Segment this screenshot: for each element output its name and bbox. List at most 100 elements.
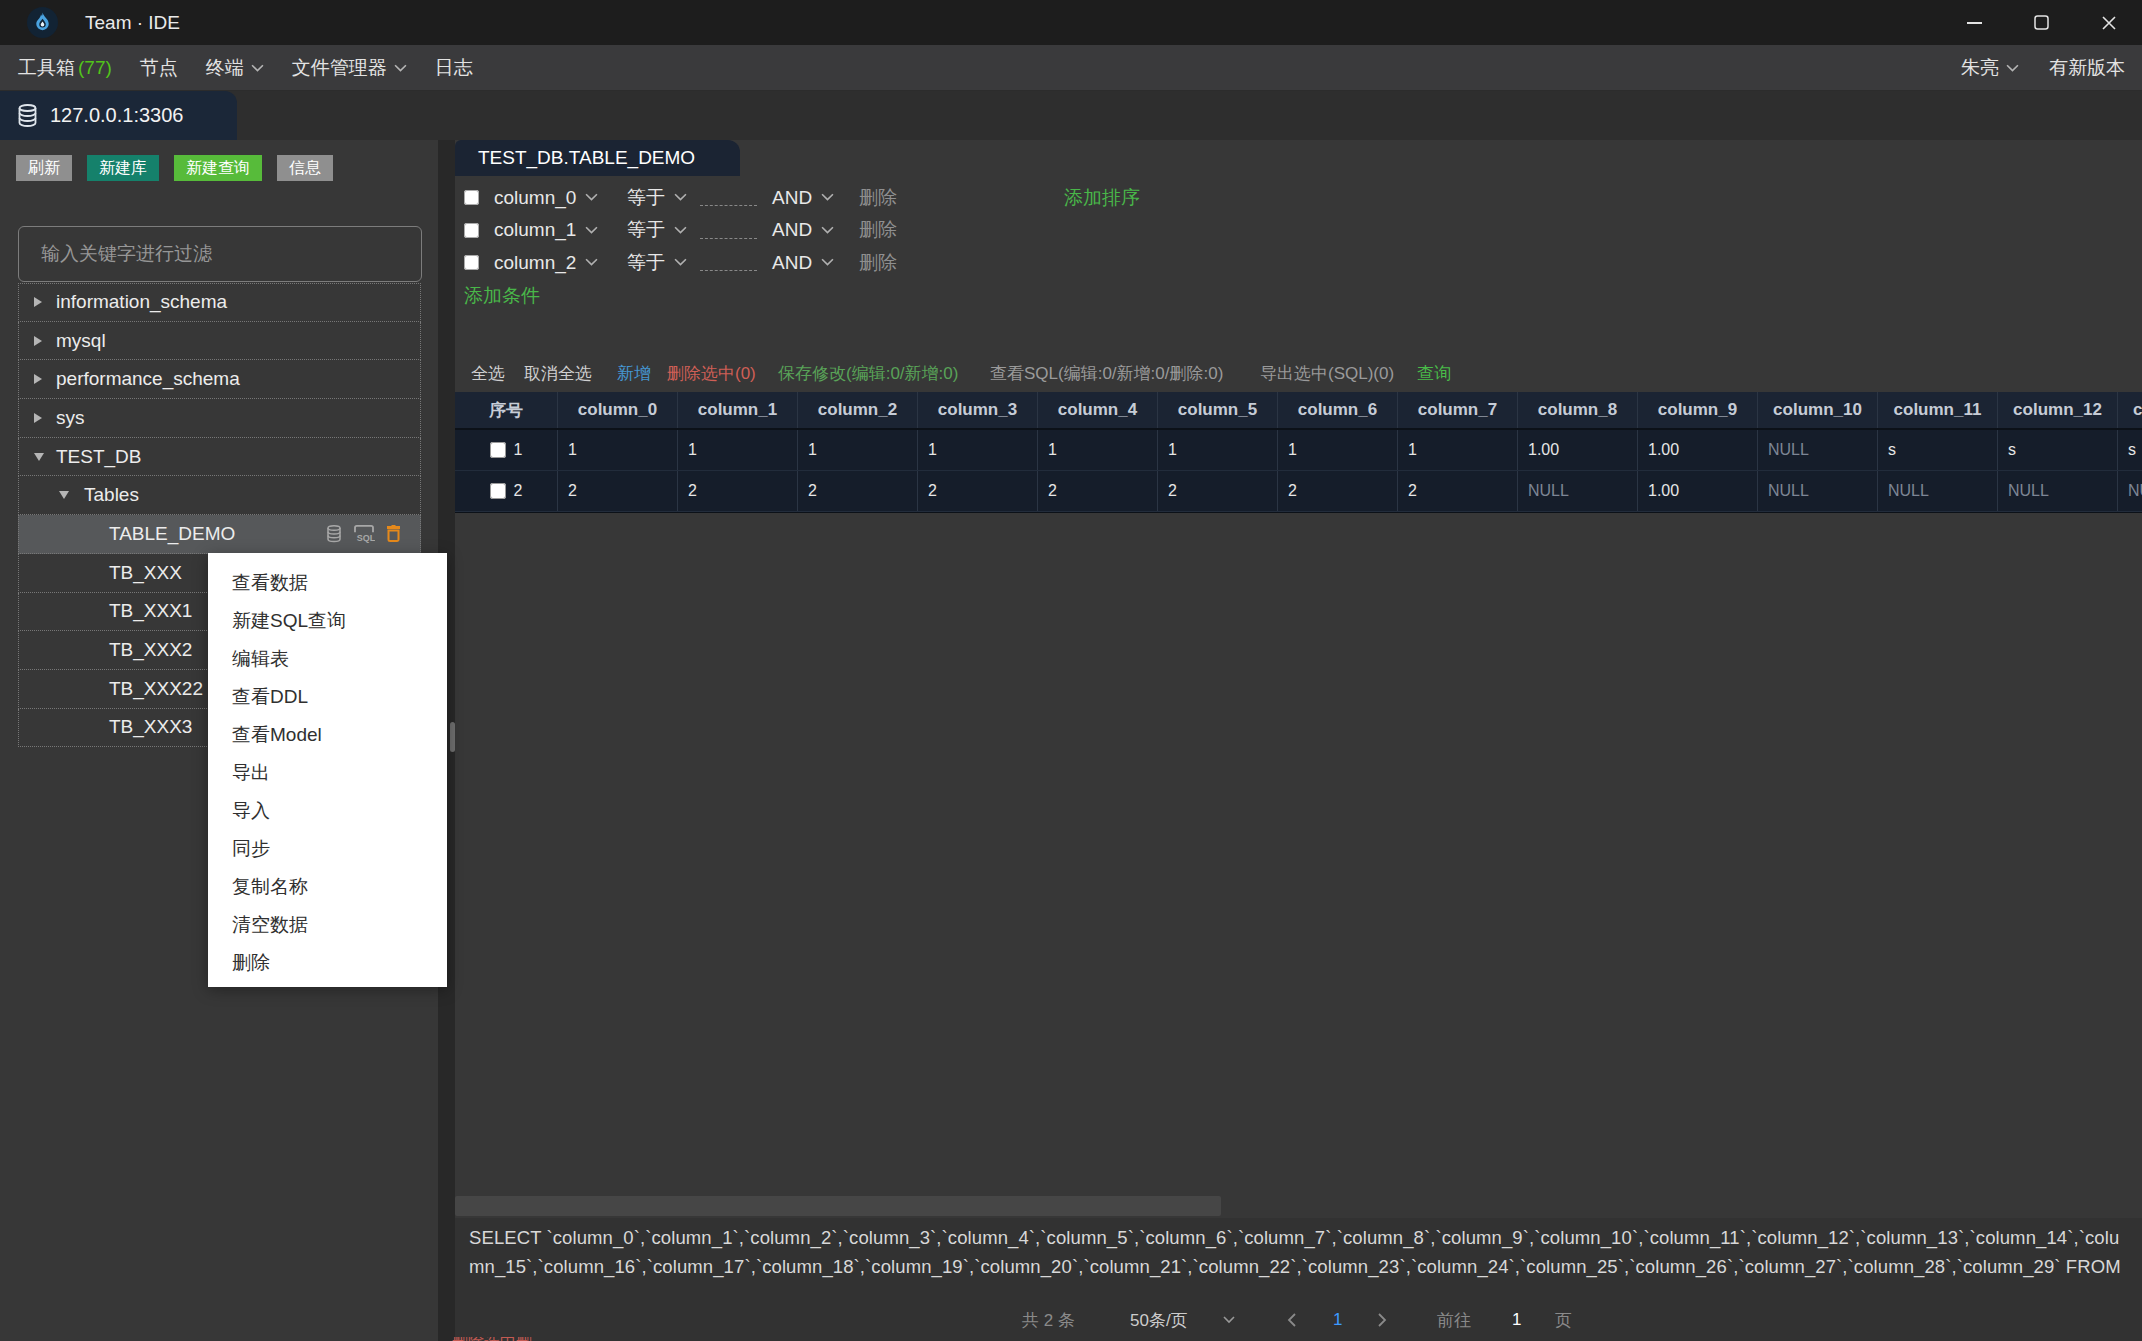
sidebar-button-0[interactable]: 刷新 xyxy=(16,155,72,181)
table-cell[interactable]: NULL xyxy=(1998,471,2118,511)
context-menu-item-3[interactable]: 查看DDL xyxy=(208,678,447,716)
prev-page-button[interactable] xyxy=(1287,1307,1297,1333)
column-header-column_10[interactable]: column_10 xyxy=(1758,392,1878,428)
table-cell[interactable]: s xyxy=(1878,430,1998,470)
table-cell[interactable]: 2 xyxy=(1278,471,1398,511)
sidebar-button-1[interactable]: 新建库 xyxy=(87,155,159,181)
filter-operator-select[interactable]: 等于 xyxy=(627,214,687,247)
toolbar-6[interactable]: 导出选中(SQL)(0) xyxy=(1260,360,1394,386)
close-button[interactable] xyxy=(2075,0,2142,45)
column-header-column_3[interactable]: column_3 xyxy=(918,392,1038,428)
column-header-column_7[interactable]: column_7 xyxy=(1398,392,1518,428)
filter-column-select[interactable]: column_2 xyxy=(494,246,598,279)
table-cell[interactable]: 1 xyxy=(678,430,798,470)
table-cell[interactable]: 2 xyxy=(678,471,798,511)
collapse-arrow-icon[interactable] xyxy=(34,453,44,461)
menu-item-1[interactable]: 节点 xyxy=(140,55,178,81)
column-header-column_0[interactable]: column_0 xyxy=(558,392,678,428)
context-menu-item-4[interactable]: 查看Model xyxy=(208,716,447,754)
filter-delete-link[interactable]: 删除 xyxy=(859,214,897,247)
column-header-column_1[interactable]: column_1 xyxy=(678,392,798,428)
table-cell[interactable]: NULL xyxy=(2118,471,2142,511)
toolbar-5[interactable]: 查看SQL(编辑:0/新增:0/删除:0) xyxy=(990,360,1223,386)
filter-checkbox[interactable] xyxy=(464,223,479,238)
tree-item-mysql[interactable]: mysql xyxy=(18,322,421,361)
table-cell[interactable]: 2 xyxy=(1038,471,1158,511)
column-header-column_9[interactable]: column_9 xyxy=(1638,392,1758,428)
column-header-column_8[interactable]: column_8 xyxy=(1518,392,1638,428)
tree-item-sys[interactable]: sys xyxy=(18,399,421,438)
table-cell[interactable]: 2 xyxy=(1158,471,1278,511)
column-header-column_13[interactable]: column_13 xyxy=(2118,392,2142,428)
sidebar-scrollbar-thumb[interactable] xyxy=(450,722,455,752)
menu-item-3[interactable]: 文件管理器 xyxy=(292,55,407,81)
table-cell[interactable]: NULL xyxy=(1518,471,1638,511)
filter-value-input[interactable] xyxy=(700,238,757,239)
menu-right-item-1[interactable]: 有新版本 xyxy=(2049,55,2125,81)
column-header-column_5[interactable]: column_5 xyxy=(1158,392,1278,428)
current-page[interactable]: 1 xyxy=(1333,1307,1342,1333)
filter-operator-select[interactable]: 等于 xyxy=(627,246,687,279)
table-cell[interactable]: 2 xyxy=(798,471,918,511)
table-cell[interactable]: NULL xyxy=(1758,430,1878,470)
table-cell[interactable]: 1 xyxy=(1158,430,1278,470)
menu-item-0[interactable]: 工具箱(77) xyxy=(18,55,112,81)
toolbar-4[interactable]: 保存修改(编辑:0/新增:0) xyxy=(778,360,958,386)
toolbar-1[interactable]: 取消全选 xyxy=(524,360,592,386)
tree-item-performance_schema[interactable]: performance_schema xyxy=(18,360,421,399)
expand-arrow-icon[interactable] xyxy=(34,413,42,423)
menu-item-4[interactable]: 日志 xyxy=(435,55,473,81)
filter-column-select[interactable]: column_0 xyxy=(494,181,598,214)
goto-page-input[interactable]: 1 xyxy=(1512,1307,1521,1333)
table-cell[interactable]: 1 xyxy=(1038,430,1158,470)
sidebar-button-3[interactable]: 信息 xyxy=(277,155,333,181)
sidebar-button-2[interactable]: 新建查询 xyxy=(174,155,262,181)
column-header-column_11[interactable]: column_11 xyxy=(1878,392,1998,428)
column-header-column_12[interactable]: column_12 xyxy=(1998,392,2118,428)
filter-join-select[interactable]: AND xyxy=(772,214,834,247)
table-cell[interactable]: s xyxy=(1998,430,2118,470)
trash-icon[interactable] xyxy=(386,525,401,542)
column-header-序号[interactable]: 序号 xyxy=(455,392,558,428)
table-cell[interactable]: 1.00 xyxy=(1638,430,1758,470)
filter-checkbox[interactable] xyxy=(464,190,479,205)
tree-item-TEST_DB[interactable]: TEST_DB xyxy=(18,438,421,477)
context-menu-item-0[interactable]: 查看数据 xyxy=(208,564,447,602)
expand-arrow-icon[interactable] xyxy=(34,297,42,307)
table-cell[interactable]: 2 xyxy=(1398,471,1518,511)
next-page-button[interactable] xyxy=(1377,1307,1387,1333)
filter-checkbox[interactable] xyxy=(464,255,479,270)
filter-operator-select[interactable]: 等于 xyxy=(627,181,687,214)
tree-item-information_schema[interactable]: information_schema xyxy=(18,283,421,322)
toolbar-0[interactable]: 全选 xyxy=(471,360,505,386)
table-tab[interactable]: TEST_DB.TABLE_DEMO xyxy=(455,140,740,176)
context-menu-item-6[interactable]: 导入 xyxy=(208,792,447,830)
context-menu-item-10[interactable]: 删除 xyxy=(208,944,447,982)
toolbar-2[interactable]: 新增 xyxy=(617,360,651,386)
tree-item-Tables[interactable]: Tables xyxy=(18,476,421,515)
horizontal-scrollbar-thumb[interactable] xyxy=(455,1196,1221,1216)
table-cell[interactable]: 1.00 xyxy=(1638,471,1758,511)
context-menu-item-2[interactable]: 编辑表 xyxy=(208,640,447,678)
filter-value-input[interactable] xyxy=(700,205,757,206)
table-cell[interactable]: NULL xyxy=(1758,471,1878,511)
table-cell[interactable]: 1.00 xyxy=(1518,430,1638,470)
column-header-column_2[interactable]: column_2 xyxy=(798,392,918,428)
menu-item-2[interactable]: 终端 xyxy=(206,55,264,81)
context-menu-item-5[interactable]: 导出 xyxy=(208,754,447,792)
toolbar-7[interactable]: 查询 xyxy=(1417,360,1451,386)
page-size-select[interactable]: 50条/页 xyxy=(1130,1307,1188,1333)
table-cell[interactable]: 1 xyxy=(918,430,1038,470)
filter-delete-link[interactable]: 删除 xyxy=(859,246,897,279)
filter-value-input[interactable] xyxy=(700,270,757,271)
table-cell[interactable]: 2 xyxy=(558,471,678,511)
context-menu-item-9[interactable]: 清空数据 xyxy=(208,906,447,944)
tree-filter-input[interactable]: 输入关键字进行过滤 xyxy=(18,226,422,282)
tree-item-TABLE_DEMO[interactable]: TABLE_DEMOSQL xyxy=(18,515,421,554)
filter-join-select[interactable]: AND xyxy=(772,181,834,214)
page-size-chevron-icon[interactable] xyxy=(1223,1307,1235,1333)
row-checkbox[interactable] xyxy=(490,442,506,458)
table-cell[interactable]: 1 xyxy=(558,430,678,470)
column-header-column_6[interactable]: column_6 xyxy=(1278,392,1398,428)
filter-join-select[interactable]: AND xyxy=(772,246,834,279)
